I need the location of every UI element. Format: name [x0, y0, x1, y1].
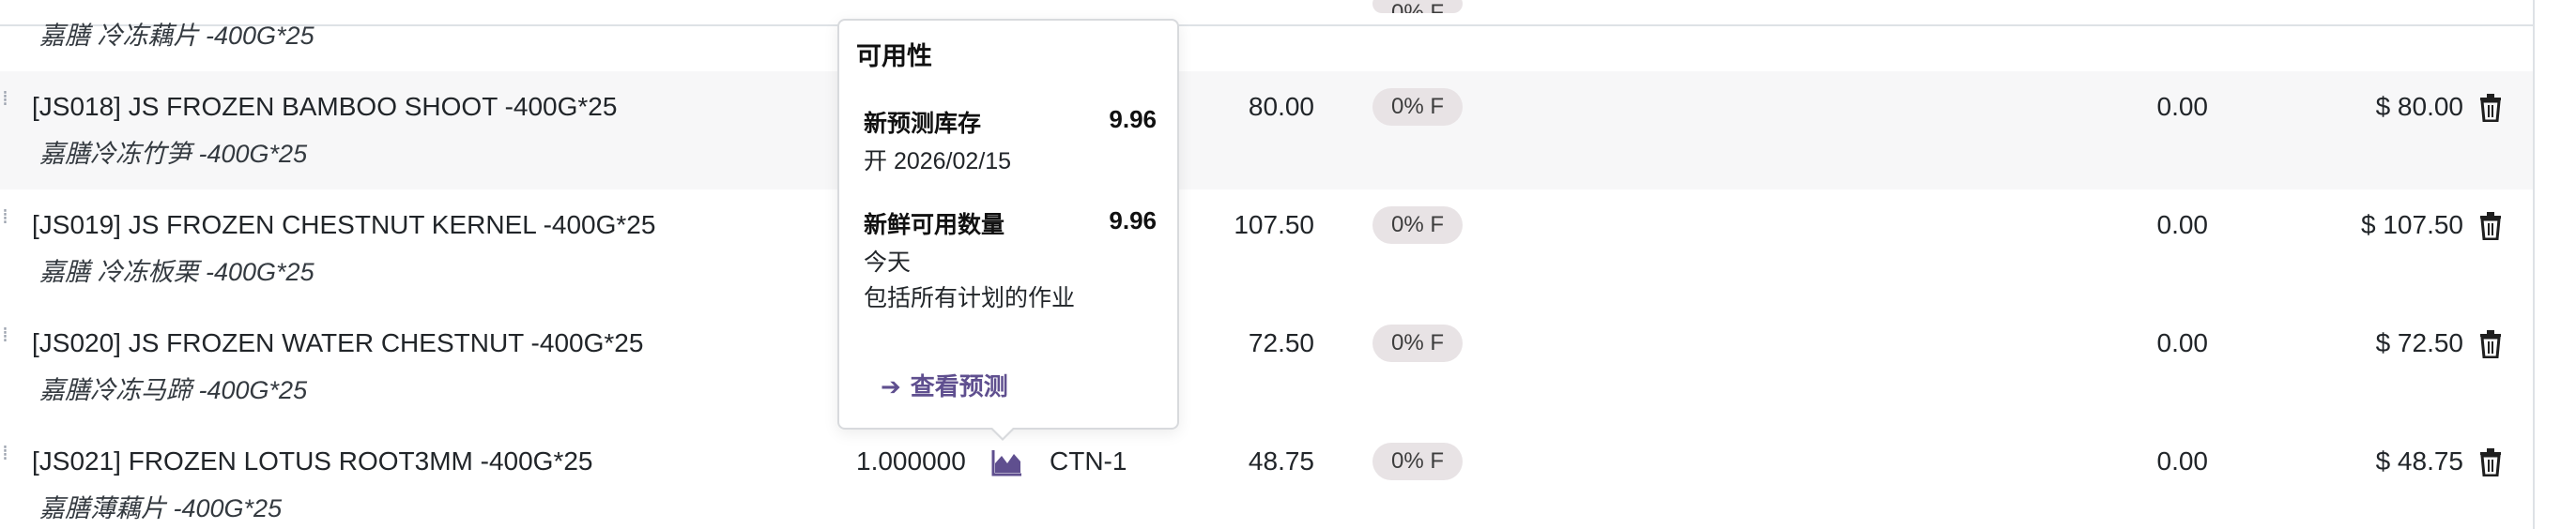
tax-badge[interactable]: 0% F: [1372, 206, 1464, 244]
tax-badge[interactable]: 0% F: [1372, 325, 1464, 362]
product-name[interactable]: [JS020] JS FROZEN WATER CHESTNUT -400G*2…: [32, 328, 643, 358]
trash-icon[interactable]: [2478, 212, 2503, 240]
arrow-right-icon: ➔: [881, 372, 901, 401]
free-qty-value: 9.96: [1109, 206, 1157, 234]
view-forecast-link[interactable]: ➔ 查看预测: [881, 368, 1008, 402]
table-row[interactable]: ⁞ [JS020] JS FROZEN WATER CHESTNUT -400G…: [0, 308, 2535, 428]
forecast-date: 开 2026/02/15: [864, 148, 1012, 174]
table-row[interactable]: ⁞ [JS021] FROZEN LOTUS ROOT3MM -400G*25 …: [0, 426, 2535, 529]
availability-popover: 可用性 新预测库存 9.96 开 2026/02/15 新鲜可用数量 9.96 …: [837, 19, 1179, 430]
product-name[interactable]: [JS021] FROZEN LOTUS ROOT3MM -400G*25: [32, 446, 593, 476]
product-description: 嘉膳薄藕片 -400G*25: [39, 494, 283, 522]
table-row[interactable]: ⁞ [JS018] JS FROZEN BAMBOO SHOOT -400G*2…: [0, 71, 2535, 191]
quantity[interactable]: 1.000000: [856, 446, 966, 476]
drag-handle-icon[interactable]: ⁞: [2, 207, 9, 236]
unit-price[interactable]: 107.50: [1234, 210, 1314, 240]
free-qty-when: 今天: [864, 249, 912, 276]
product-description: 嘉膳冷冻马蹄 -400G*25: [39, 376, 308, 404]
popover-title: 可用性: [856, 42, 932, 70]
tax-badge[interactable]: 0% F: [1372, 443, 1464, 480]
drag-handle-icon[interactable]: ⁞: [2, 444, 9, 473]
trash-icon[interactable]: [2478, 94, 2503, 122]
subtotal: $ 48.75: [2375, 446, 2463, 476]
discount[interactable]: 0.00: [2157, 446, 2209, 476]
unit-price[interactable]: 72.50: [1249, 328, 1314, 358]
table-edge: [2533, 0, 2535, 529]
view-forecast-label: 查看预测: [910, 372, 1008, 401]
product-name[interactable]: [JS019] JS FROZEN CHESTNUT KERNEL -400G*…: [32, 210, 655, 240]
table-row[interactable]: 嘉膳 冷冻藕片 -400G*25 0% F: [0, 0, 2535, 50]
product-name[interactable]: [JS018] JS FROZEN BAMBOO SHOOT -400G*25: [32, 92, 617, 122]
discount[interactable]: 0.00: [2157, 92, 2209, 122]
free-qty-label: 新鲜可用数量: [864, 212, 1005, 238]
area-chart-icon[interactable]: [991, 448, 1023, 476]
forecast-label: 新预测库存: [864, 111, 982, 137]
popover-arrow-fill: [991, 427, 1014, 438]
forecast-value: 9.96: [1109, 105, 1157, 133]
product-description: 嘉膳 冷冻板栗 -400G*25: [39, 258, 314, 286]
discount[interactable]: 0.00: [2157, 210, 2209, 240]
subtotal: $ 80.00: [2375, 92, 2463, 121]
free-qty-note: 包括所有计划的作业: [864, 285, 1076, 311]
unit-price[interactable]: 48.75: [1249, 446, 1314, 476]
discount[interactable]: 0.00: [2157, 328, 2209, 358]
product-description: 嘉膳 冷冻藕片 -400G*25: [39, 22, 314, 50]
trash-icon[interactable]: [2478, 448, 2503, 476]
order-lines-view: 嘉膳 冷冻藕片 -400G*25 0% F ⁞ [JS018] JS FROZE…: [0, 0, 2576, 529]
drag-handle-icon[interactable]: ⁞: [2, 325, 9, 355]
subtotal: $ 72.50: [2375, 328, 2463, 357]
table-row[interactable]: ⁞ [JS019] JS FROZEN CHESTNUT KERNEL -400…: [0, 189, 2535, 310]
subtotal: $ 107.50: [2361, 210, 2463, 239]
drag-handle-icon[interactable]: ⁞: [2, 89, 9, 118]
product-description: 嘉膳冷冻竹笋 -400G*25: [39, 140, 308, 168]
trash-icon[interactable]: [2478, 330, 2503, 358]
unit-of-measure[interactable]: CTN-1: [1050, 446, 1127, 476]
tax-badge[interactable]: 0% F: [1372, 0, 1464, 13]
unit-price[interactable]: 80.00: [1249, 92, 1314, 122]
tax-badge[interactable]: 0% F: [1372, 88, 1464, 126]
